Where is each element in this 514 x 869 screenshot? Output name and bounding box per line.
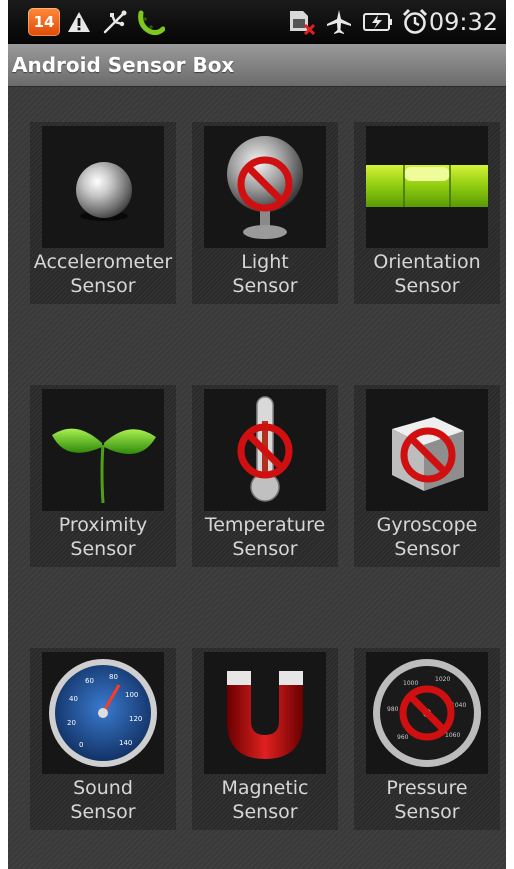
- status-time: 09:32: [428, 8, 498, 36]
- gauge-tick-label: 120: [129, 715, 142, 723]
- sensor-icon-box: [366, 389, 488, 511]
- sensor-tile-temperature[interactable]: Temperature Sensor: [192, 385, 338, 567]
- sensor-icon-box: 960 980 1000 1020 1040 1060: [366, 652, 488, 774]
- sensor-label: Orientation Sensor: [373, 251, 481, 297]
- sensor-icon-box: 0 20 40 60 80 100 120 140: [42, 652, 164, 774]
- notification-count: 14: [33, 13, 55, 31]
- gauge-tick-label: 960: [397, 734, 409, 741]
- spirit-level-icon: [366, 165, 488, 207]
- barometer-icon: 960 980 1000 1020 1040 1060: [373, 659, 481, 767]
- gauge-tick-label: 1020: [435, 676, 450, 683]
- thermometer-icon: [237, 396, 293, 502]
- sensor-tile-gyroscope[interactable]: Gyroscope Sensor: [354, 385, 500, 567]
- sprout-leaves-icon: [52, 428, 156, 504]
- gauge-tick-label: 1000: [403, 680, 418, 687]
- sensor-label: Proximity Sensor: [58, 514, 148, 560]
- sprout-icon: [136, 7, 166, 37]
- gauge-tick-label: 1060: [445, 732, 460, 739]
- notification-badge[interactable]: 14: [28, 8, 60, 36]
- sensor-label: Pressure Sensor: [386, 777, 468, 823]
- app-title: Android Sensor Box: [12, 53, 235, 77]
- sensor-tile-accelerometer[interactable]: Accelerometer Sensor: [30, 122, 176, 304]
- metal-ball-icon: [76, 162, 132, 221]
- title-bar: Android Sensor Box: [8, 44, 506, 87]
- gauge-tick-label: 980: [387, 706, 399, 713]
- sensor-label: Light Sensor: [232, 251, 298, 297]
- gauge-tick-label: 60: [85, 677, 94, 685]
- sensor-tile-proximity[interactable]: Proximity Sensor: [30, 385, 176, 567]
- battery-charging-icon: [362, 7, 394, 37]
- gauge-tick-label: 0: [79, 741, 83, 749]
- crystal-ball-icon: [227, 136, 303, 239]
- gauge-tick-label: 100: [125, 691, 138, 699]
- gauge-tick-label: 140: [119, 739, 132, 747]
- sensor-label: Temperature Sensor: [204, 514, 326, 560]
- sensor-label: Gyroscope Sensor: [376, 514, 478, 560]
- sensor-tile-magnetic[interactable]: Magnetic Sensor: [192, 648, 338, 830]
- sensor-tile-light[interactable]: Light Sensor: [192, 122, 338, 304]
- sensor-icon-box: [42, 126, 164, 248]
- status-bar: 14 09:32: [8, 0, 506, 44]
- sensor-label: Magnetic Sensor: [221, 777, 309, 823]
- cube-icon: [392, 417, 464, 491]
- sensor-tile-orientation[interactable]: Orientation Sensor: [354, 122, 500, 304]
- sensor-icon-box: [42, 389, 164, 511]
- sensor-icon-box: [204, 126, 326, 248]
- usb-debug-icon: [101, 7, 129, 37]
- sim-card-error-icon: [286, 7, 316, 37]
- airplane-mode-icon: [324, 7, 354, 37]
- gauge-tick-label: 20: [67, 719, 76, 727]
- alarm-clock-icon: [400, 7, 430, 37]
- sensor-icon-box: [204, 389, 326, 511]
- gauge-tick-label: 80: [109, 673, 118, 681]
- sensor-box-screen: 14 09:32 Android Sensor Box Acceleromete…: [8, 0, 506, 869]
- sensor-tile-sound[interactable]: 0 20 40 60 80 100 120 140 Sound Sensor: [30, 648, 176, 830]
- speedometer-icon: 0 20 40 60 80 100 120 140: [49, 659, 157, 767]
- sensor-label: Accelerometer Sensor: [33, 251, 173, 297]
- sensor-icon-box: [204, 652, 326, 774]
- warning-icon: [66, 7, 92, 37]
- magnet-icon: [227, 671, 303, 759]
- sensor-tile-pressure[interactable]: 960 980 1000 1020 1040 1060 Pressure Sens…: [354, 648, 500, 830]
- gauge-tick-label: 40: [69, 695, 78, 703]
- sensor-label: Sound Sensor: [70, 777, 136, 823]
- sensor-icon-box: [366, 126, 488, 248]
